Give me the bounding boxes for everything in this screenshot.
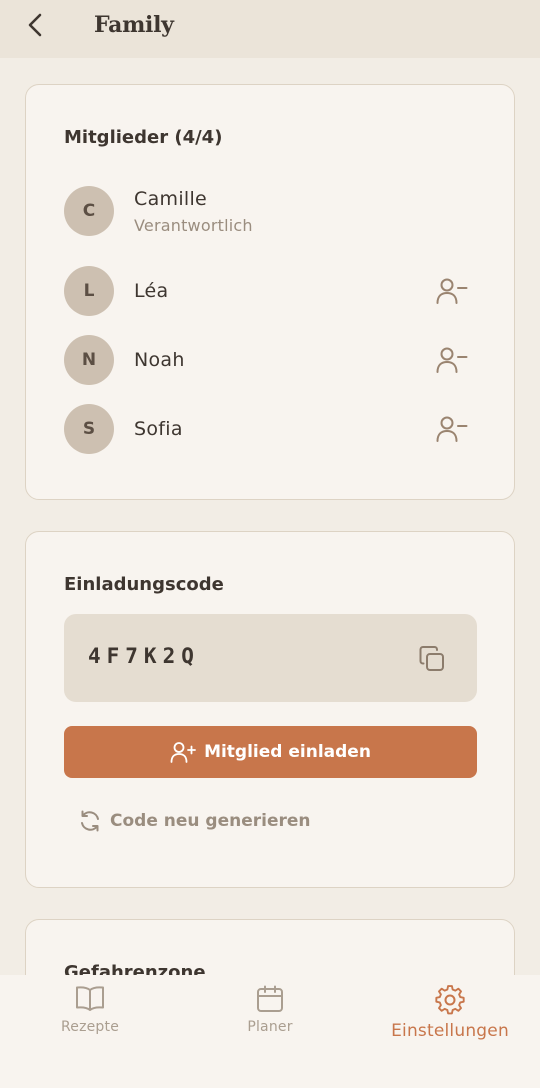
members-card: Mitglieder (4/4) C Camille Verantwortlic…	[25, 84, 515, 500]
member-role: Verantwortlich	[134, 215, 253, 235]
app-root: Family Mitglieder (4/4) C Camille Verant…	[0, 0, 540, 1088]
copy-code-button[interactable]	[417, 644, 447, 674]
calendar-icon	[257, 985, 283, 1012]
nav-item-recipes[interactable]: Rezepte	[0, 985, 180, 1045]
regenerate-code-label: Code neu generieren	[110, 811, 311, 831]
avatar: S	[64, 404, 114, 454]
back-button[interactable]	[22, 10, 48, 40]
invite-member-button[interactable]: Mitglied einladen	[64, 726, 477, 778]
nav-item-planner[interactable]: Planer	[180, 985, 360, 1045]
bottom-nav: Rezepte Planer Einstellungen	[0, 975, 540, 1088]
gear-icon	[435, 985, 465, 1015]
members-title: Mitglieder (4/4)	[64, 127, 223, 148]
copy-icon	[419, 646, 444, 671]
book-icon	[76, 986, 104, 1011]
user-minus-icon	[436, 278, 468, 304]
member-name: Sofia	[134, 418, 183, 440]
user-plus-icon	[170, 742, 196, 763]
avatar: N	[64, 335, 114, 385]
avatar: L	[64, 266, 114, 316]
nav-item-settings[interactable]: Einstellungen	[360, 985, 540, 1045]
regenerate-code-button[interactable]: Code neu generieren	[78, 808, 311, 834]
invite-code-box: 4F7K2Q	[64, 614, 477, 702]
invite-code-title: Einladungscode	[64, 574, 224, 595]
member-row: N Noah	[64, 335, 478, 385]
chevron-left-icon	[28, 13, 42, 37]
nav-label: Planer	[247, 1019, 293, 1035]
member-row: S Sofia	[64, 404, 478, 454]
member-name: Léa	[134, 280, 169, 302]
member-row: L Léa	[64, 266, 478, 316]
refresh-icon	[81, 810, 99, 832]
nav-label: Einstellungen	[391, 1021, 509, 1041]
user-minus-icon	[436, 416, 468, 442]
remove-member-button[interactable]	[434, 275, 470, 307]
top-bar: Family	[0, 0, 540, 58]
page-title: Family	[94, 12, 174, 38]
avatar: C	[64, 186, 114, 236]
nav-label: Rezepte	[60, 1019, 120, 1035]
member-row: C Camille Verantwortlich	[64, 186, 478, 236]
member-name: Noah	[134, 349, 185, 371]
user-minus-icon	[436, 347, 468, 373]
invite-code-card: Einladungscode 4F7K2Q Mitglied einladen	[25, 531, 515, 888]
remove-member-button[interactable]	[434, 413, 470, 445]
invite-code: 4F7K2Q	[88, 644, 200, 668]
member-name: Camille	[134, 187, 208, 210]
invite-member-label: Mitglied einladen	[204, 742, 371, 762]
remove-member-button[interactable]	[434, 344, 470, 376]
